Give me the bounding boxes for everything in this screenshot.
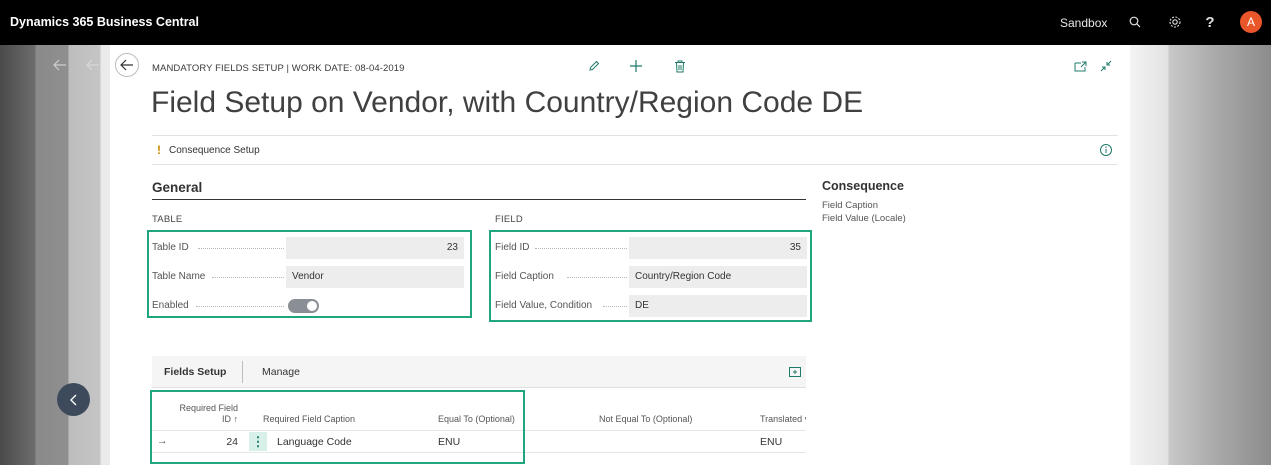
help-icon[interactable]: ? [1200, 12, 1220, 32]
app-title[interactable]: Dynamics 365 Business Central [10, 15, 199, 29]
field-group-title: FIELD [495, 214, 523, 225]
environment-label[interactable]: Sandbox [1060, 16, 1107, 30]
table-group-title: TABLE [152, 214, 183, 225]
column-header-translated[interactable]: Translated v [760, 414, 806, 425]
highlight-field-group [489, 230, 812, 322]
highlight-fields-table [150, 390, 525, 464]
edit-icon[interactable] [585, 57, 603, 75]
page-caption: MANDATORY FIELDS SETUP | WORK DATE: 08-0… [152, 63, 405, 74]
highlight-table-group [147, 230, 472, 318]
tab-separator [242, 361, 243, 383]
stacked-pages-right [1130, 45, 1271, 465]
gear-icon[interactable] [1165, 12, 1185, 32]
warning-icon: ! [157, 143, 161, 157]
general-section-title[interactable]: General [152, 180, 202, 195]
delete-icon[interactable] [671, 57, 689, 75]
consequence-item: Field Caption [822, 200, 878, 211]
tab-manage[interactable]: Manage [262, 366, 300, 378]
consequence-item: Field Value (Locale) [822, 213, 906, 224]
column-header-not-equal-to[interactable]: Not Equal To (Optional) [599, 414, 692, 425]
consequence-title: Consequence [822, 179, 904, 193]
expand-icon[interactable] [789, 366, 801, 378]
consequence-bar[interactable]: ! Consequence Setup [152, 135, 1118, 165]
open-new-window-icon[interactable] [1071, 57, 1089, 75]
tab-fields-setup[interactable]: Fields Setup [164, 366, 226, 378]
collapse-icon[interactable] [1097, 57, 1115, 75]
part-header: Fields Setup Manage [152, 356, 806, 388]
add-icon[interactable] [627, 57, 645, 75]
cell-translated[interactable]: ENU [760, 436, 782, 448]
avatar[interactable]: A [1240, 11, 1262, 33]
section-divider [152, 199, 806, 200]
back-arrow-icon[interactable] [83, 55, 103, 75]
back-button[interactable] [115, 53, 139, 77]
consequence-setup-link[interactable]: Consequence Setup [169, 145, 260, 156]
page-title: Field Setup on Vendor, with Country/Regi… [151, 86, 864, 119]
top-bar: Dynamics 365 Business Central Sandbox ? … [0, 0, 1271, 45]
search-icon[interactable] [1125, 12, 1145, 32]
collapse-nav-button[interactable] [57, 383, 90, 416]
info-icon[interactable] [1099, 143, 1113, 157]
back-arrow-icon[interactable] [50, 55, 70, 75]
